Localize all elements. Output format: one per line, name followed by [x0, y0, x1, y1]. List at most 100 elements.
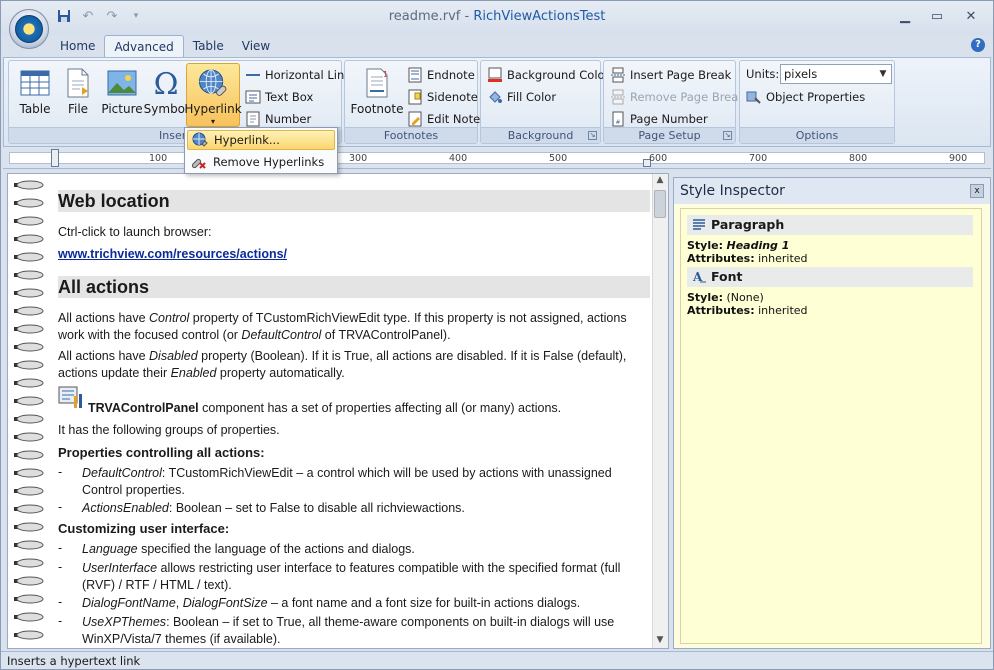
background-color-label: Background Color [507, 68, 610, 82]
background-color-icon [488, 67, 502, 82]
close-button[interactable]: ✕ [957, 7, 985, 25]
file-icon [67, 68, 89, 98]
scroll-down-icon[interactable]: ▼ [654, 635, 666, 648]
notebook-ring-icon [14, 288, 44, 298]
sidenote-label: Sidenote [427, 90, 478, 104]
table-button[interactable]: Table [13, 63, 57, 125]
paragraph-disabled-term-2: Enabled [170, 366, 217, 380]
heading-customizing-ui: Customizing user interface: [58, 521, 230, 536]
redo-icon[interactable]: ↷ [103, 8, 121, 24]
menu-item-hyperlink[interactable]: Hyperlink... [187, 130, 335, 150]
notebook-ring-icon [14, 522, 44, 532]
close-icon[interactable]: x [970, 184, 984, 198]
sidenote-button[interactable]: Sidenote [407, 87, 478, 107]
paragraph-disabled: All actions have Disabled property (Bool… [58, 348, 650, 382]
text-box-icon [245, 90, 261, 104]
picture-button[interactable]: Picture [99, 63, 145, 125]
ruler-tick-label: 600 [649, 153, 668, 164]
table-icon [20, 70, 50, 96]
object-properties-button[interactable]: Object Properties [746, 87, 865, 107]
application-menu-button[interactable] [9, 9, 49, 49]
list-bullet: - [58, 614, 63, 628]
customize-qat-icon[interactable]: ▾ [127, 8, 145, 24]
fill-color-button[interactable]: Fill Color [487, 87, 556, 107]
paragraph-control: All actions have Control property of TCu… [58, 310, 650, 344]
picture-icon [107, 70, 137, 96]
group-footnotes: 1 Footnote Endnote Sidenote Edit Note Fo… [344, 60, 480, 144]
save-icon[interactable] [55, 8, 73, 24]
style-inspector-panel: Style Inspector x Paragraph Style: Headi… [673, 177, 991, 649]
font-icon: A [692, 270, 706, 284]
list-bullet: - [58, 500, 63, 514]
editor-vertical-scrollbar[interactable]: ▲ ▼ [652, 174, 668, 648]
tab-advanced[interactable]: Advanced [104, 35, 184, 57]
paragraph-attributes-row: Attributes: inherited [687, 252, 808, 265]
menu-item-remove-hyperlinks[interactable]: Remove Hyperlinks [187, 152, 335, 172]
tab-view[interactable]: View [233, 35, 279, 57]
quick-access-toolbar: ↶ ↷ ▾ [55, 8, 145, 24]
paragraph-control-term-1: Control [149, 311, 190, 325]
hyperlink-dropdown-arrow-icon[interactable]: ▾ [211, 117, 215, 126]
symbol-button[interactable]: Ω Symbol [144, 63, 189, 125]
units-select[interactable]: pixels ▼ [780, 64, 892, 84]
inspector-section-paragraph-title: Paragraph [711, 217, 785, 232]
inspector-section-font-title: Font [711, 269, 743, 284]
web-link[interactable]: www.trichview.com/resources/actions/ [58, 247, 287, 261]
font-attributes-value: inherited [758, 304, 808, 317]
menu-item-remove-hyperlinks-label: Remove Hyperlinks [213, 155, 325, 169]
endnote-button[interactable]: Endnote [407, 65, 475, 85]
maximize-button[interactable]: ▭ [923, 7, 951, 25]
scroll-up-icon[interactable]: ▲ [654, 175, 666, 189]
tab-table[interactable]: Table [184, 35, 233, 57]
horizontal-line-button[interactable]: Horizontal Line [245, 65, 351, 85]
object-properties-icon [746, 91, 761, 104]
minimize-button[interactable]: ▁ [891, 7, 919, 25]
hyperlink-button[interactable]: Hyperlink ▾ [184, 63, 242, 127]
tab-home[interactable]: Home [51, 35, 104, 57]
page-setup-dialog-launcher-icon[interactable]: ↘ [723, 131, 732, 140]
remove-page-break-button[interactable]: Remove Page Break [610, 87, 745, 107]
group-page-setup: Insert Page Break Remove Page Break # Pa… [603, 60, 745, 144]
help-icon[interactable]: ? [971, 38, 985, 52]
font-attributes-row: Attributes: inherited [687, 304, 808, 317]
horizontal-line-label: Horizontal Line [265, 68, 352, 82]
page-break-icon [611, 67, 625, 83]
footnote-icon: 1 [366, 68, 388, 98]
insert-page-break-button[interactable]: Insert Page Break [610, 65, 731, 85]
page-number-button[interactable]: # Page Number [610, 109, 708, 129]
group-background-label: Background [481, 127, 600, 143]
paragraph-attributes-value: inherited [758, 252, 808, 265]
ruler-tick-label: 500 [549, 153, 568, 164]
left-indent-marker[interactable] [51, 149, 59, 167]
app-window: ↶ ↷ ▾ readme.rvf - RichViewActionsTest ▁… [0, 0, 994, 670]
heading-web-location: Web location [58, 190, 650, 212]
font-style-value: (None) [726, 291, 764, 304]
endnote-icon [408, 67, 422, 83]
background-dialog-launcher-icon[interactable]: ↘ [588, 131, 597, 140]
font-attributes-label: Attributes: [687, 304, 755, 317]
scrollbar-thumb[interactable] [654, 190, 666, 218]
text-box-button[interactable]: Text Box [245, 87, 313, 107]
remove-page-break-icon [611, 89, 625, 105]
group-options-label: Options [740, 127, 894, 143]
list-bullet: - [58, 465, 63, 479]
ruler-tick-label: 700 [749, 153, 768, 164]
horizontal-ruler[interactable]: 100200300400500600700800900 [3, 147, 991, 169]
list-item-actions-enabled: ActionsEnabled: Boolean – set to False t… [82, 500, 650, 517]
background-color-button[interactable]: Background Color [487, 65, 609, 85]
footnote-button[interactable]: 1 Footnote [349, 63, 405, 125]
document-editor[interactable]: Web location Ctrl-click to launch browse… [7, 173, 669, 649]
notebook-ring-icon [14, 450, 44, 460]
undo-icon[interactable]: ↶ [79, 8, 97, 24]
list-item-use-xp-themes: UseXPThemes: Boolean – if set to True, a… [82, 614, 650, 648]
edit-note-icon [408, 111, 422, 127]
list-item-dialog-font: DialogFontName, DialogFontSize – a font … [82, 595, 650, 612]
notebook-ring-icon [14, 414, 44, 424]
file-button[interactable]: File [59, 63, 97, 125]
inspector-section-font: A Font [687, 267, 973, 287]
notebook-ring-icon [14, 252, 44, 262]
number-button[interactable]: Number [245, 109, 311, 129]
window-title-app: RichViewActionsTest [473, 9, 606, 24]
list-item-user-interface: UserInterface allows restricting user in… [82, 560, 650, 594]
edit-note-button[interactable]: Edit Note [407, 109, 480, 129]
